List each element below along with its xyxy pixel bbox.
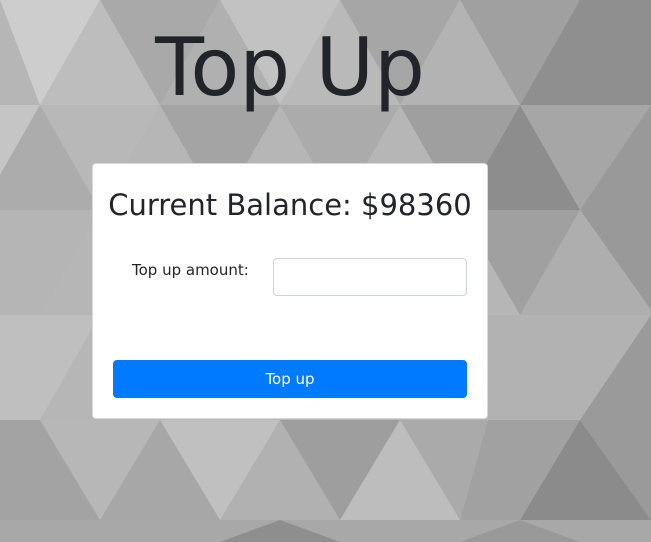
amount-input[interactable]: [273, 258, 467, 296]
page-title: Top Up: [155, 21, 425, 114]
balance-value: $98360: [361, 188, 472, 222]
topup-button[interactable]: Top up: [113, 360, 467, 398]
topup-card: Current Balance: $98360 Top up amount: T…: [92, 163, 488, 419]
balance-label: Current Balance:: [108, 188, 352, 222]
amount-label: Top up amount:: [132, 261, 249, 279]
current-balance: Current Balance: $98360: [93, 188, 487, 222]
